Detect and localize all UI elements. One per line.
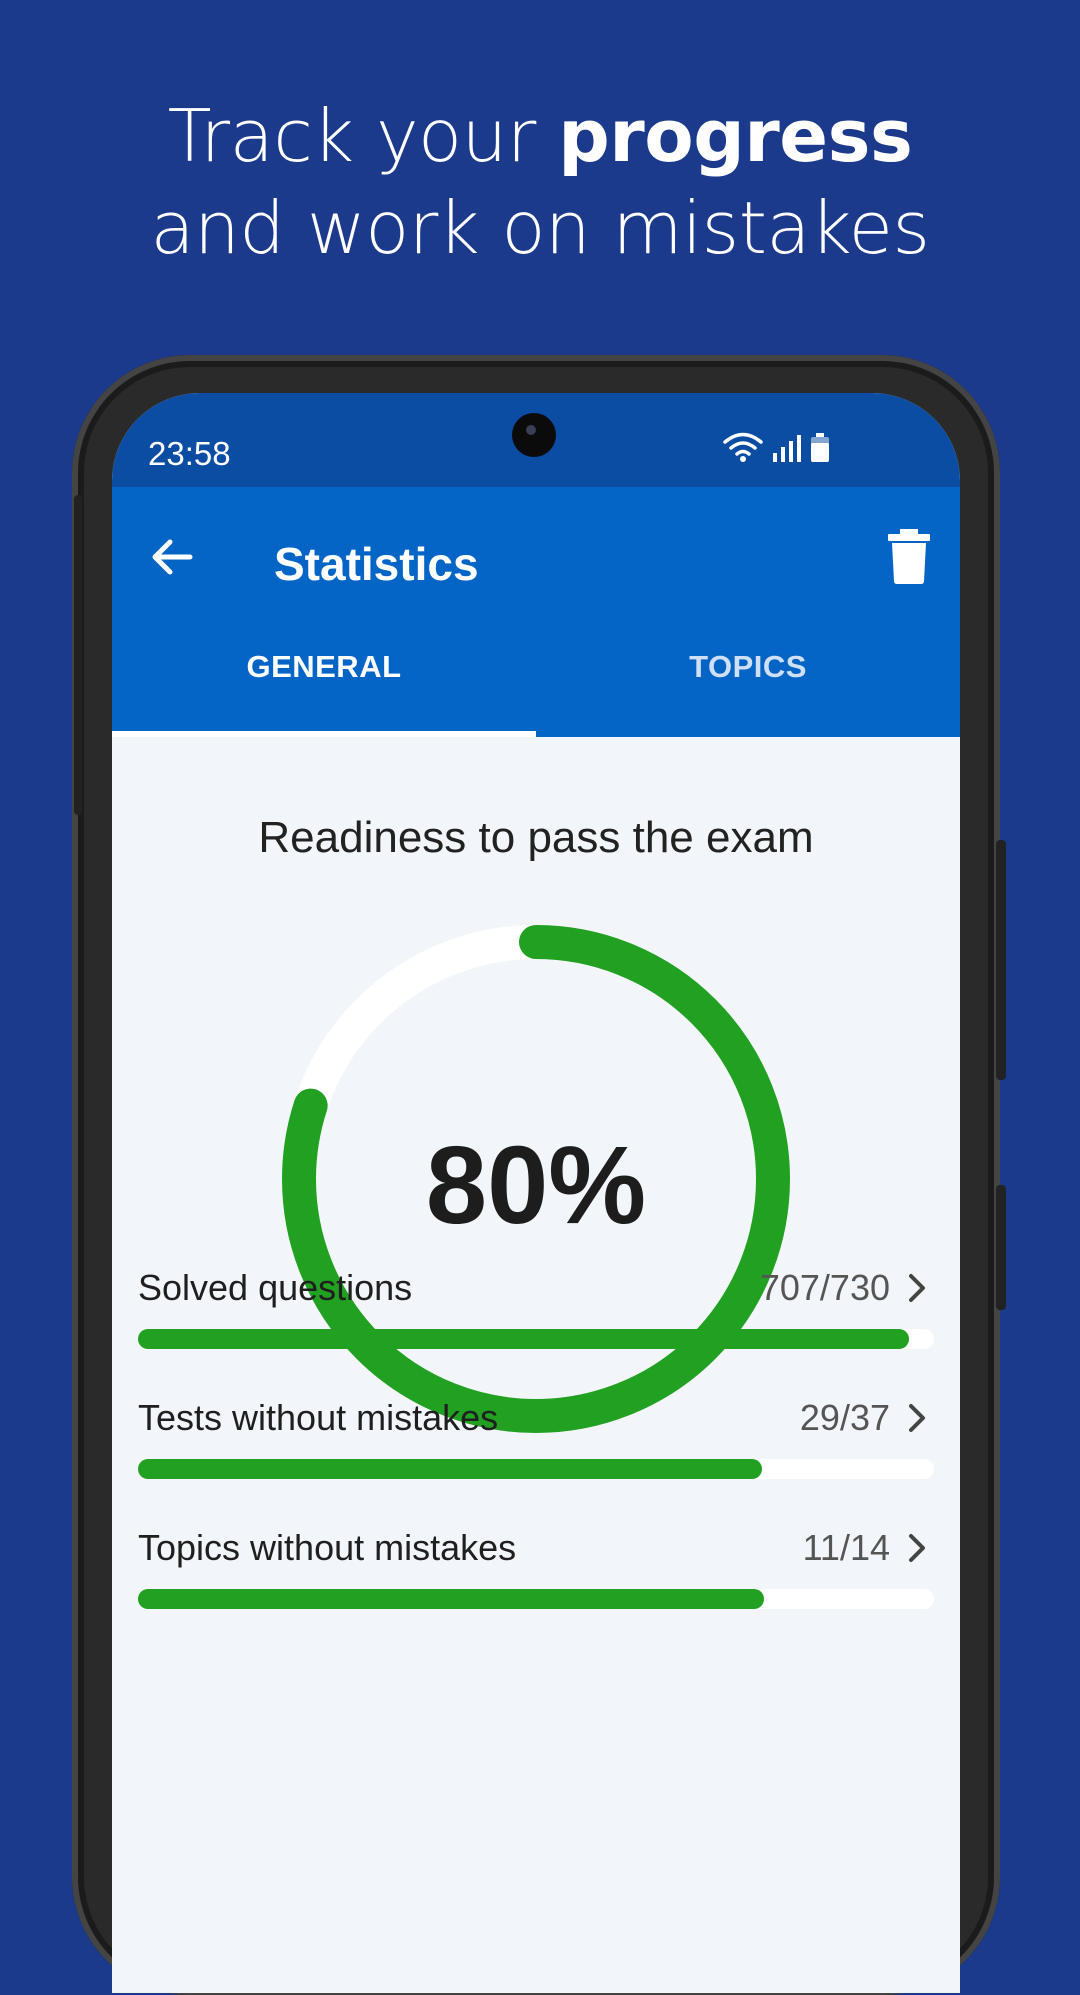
status-icons bbox=[722, 431, 830, 463]
readiness-title: Readiness to pass the exam bbox=[258, 813, 814, 862]
progress-fill bbox=[138, 1459, 763, 1479]
progress-track bbox=[138, 1459, 934, 1479]
progress-track bbox=[138, 1329, 934, 1349]
stat-row-topics-without-mistakes[interactable]: Topics without mistakes 11/14 bbox=[138, 1527, 934, 1627]
tab-topics[interactable]: TOPICS bbox=[536, 637, 960, 737]
stat-label: Solved questions bbox=[138, 1267, 413, 1308]
readiness-percent: 80% bbox=[425, 1124, 647, 1247]
chevron-right-icon bbox=[909, 1534, 925, 1562]
promo-line-1: Track your progress bbox=[0, 90, 1080, 182]
status-time: 23:58 bbox=[148, 435, 231, 472]
stat-row-solved-questions[interactable]: Solved questions 707/730 bbox=[138, 1267, 934, 1367]
delete-button[interactable] bbox=[884, 527, 934, 585]
stat-value: 29/37 bbox=[799, 1397, 890, 1438]
chevron-right-icon bbox=[909, 1274, 925, 1302]
promo-line-1-bold: progress bbox=[558, 94, 913, 178]
promo-line-2: and work on mistakes bbox=[150, 186, 930, 270]
stat-label: Topics without mistakes bbox=[138, 1527, 517, 1568]
wifi-icon bbox=[723, 432, 763, 462]
stat-row-tests-without-mistakes[interactable]: Tests without mistakes 29/37 bbox=[138, 1397, 934, 1497]
phone-side-button-left bbox=[74, 495, 82, 815]
page-title: Statistics bbox=[274, 538, 479, 590]
tab-indicator bbox=[112, 731, 536, 737]
phone-side-button-volume bbox=[996, 1185, 1006, 1310]
promo-line-1-prefix: Track your bbox=[167, 94, 559, 178]
trash-icon bbox=[888, 529, 930, 584]
arrow-left-icon bbox=[152, 539, 193, 575]
progress-fill bbox=[138, 1589, 764, 1609]
status-bar: 23:58 bbox=[112, 393, 960, 487]
phone-screen: 23:58 Statistics GENERAL TOPICS Readines… bbox=[112, 393, 960, 1993]
back-button[interactable] bbox=[144, 529, 200, 585]
progress-track bbox=[138, 1589, 934, 1609]
stat-value: 11/14 bbox=[802, 1527, 890, 1568]
promo-headline: Track your progress and work on mistakes bbox=[0, 90, 1080, 274]
phone-side-button-power bbox=[996, 840, 1006, 1080]
stat-label: Tests without mistakes bbox=[138, 1397, 499, 1438]
app-bar: Statistics GENERAL TOPICS bbox=[112, 487, 960, 737]
front-camera bbox=[512, 413, 556, 457]
stat-value: 707/730 bbox=[759, 1267, 890, 1308]
battery-icon bbox=[811, 433, 829, 462]
tab-general[interactable]: GENERAL bbox=[112, 637, 536, 737]
signal-icon bbox=[773, 435, 801, 462]
progress-fill bbox=[138, 1329, 909, 1349]
chevron-right-icon bbox=[909, 1404, 925, 1432]
